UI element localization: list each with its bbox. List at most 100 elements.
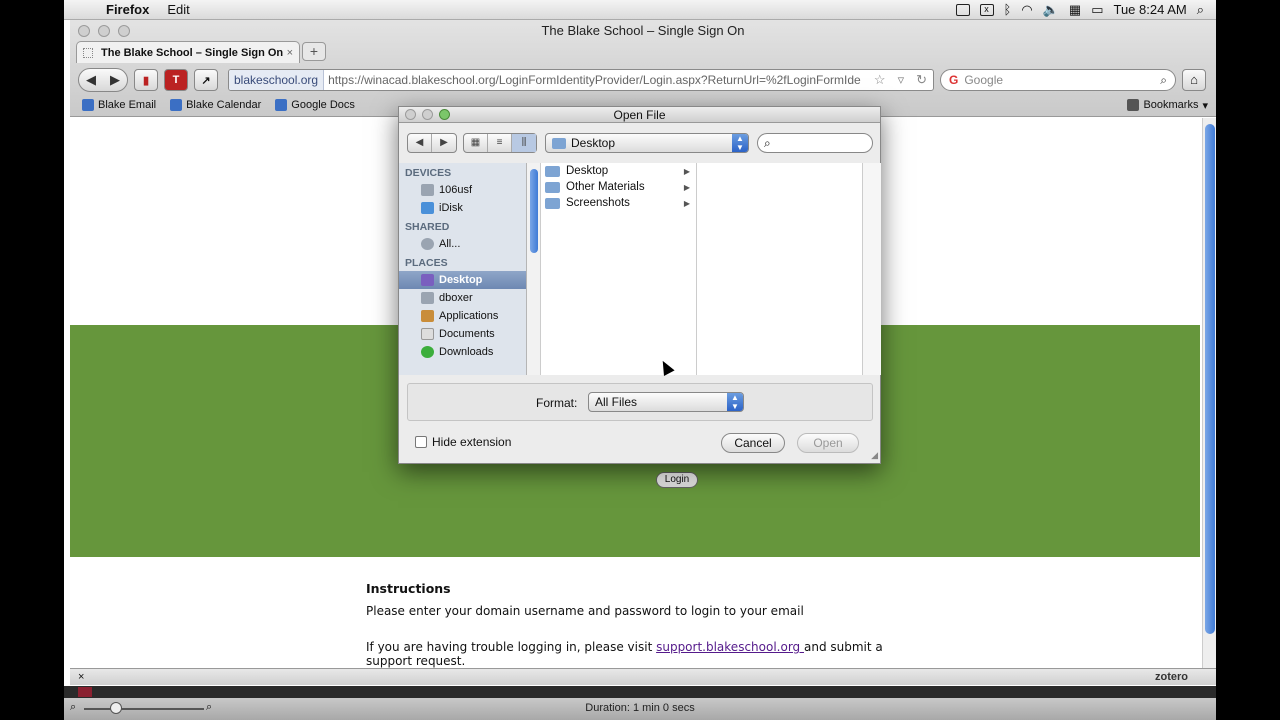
bookmark-blake-email[interactable]: Blake Email (82, 99, 156, 111)
list-item[interactable]: Screenshots ▶ (541, 195, 696, 211)
browser-chrome: The Blake School – Single Sign On The Bl… (70, 20, 1216, 117)
format-label: Format: (536, 396, 578, 410)
login-button[interactable]: Login (656, 472, 698, 488)
dialog-forward-icon[interactable]: ▶ (432, 134, 456, 152)
google-icon[interactable]: G (949, 73, 958, 87)
sidebar-item-downloads[interactable]: Downloads (399, 343, 526, 361)
sidebar-header-shared[interactable]: SHARED (399, 217, 526, 235)
bookmark-google-docs[interactable]: Google Docs (275, 99, 355, 111)
bookmark-label: Google Docs (291, 99, 355, 111)
tab-close-icon[interactable]: × (287, 47, 293, 59)
sidebar-item-desktop[interactable]: Desktop (399, 271, 526, 289)
dialog-zoom-icon[interactable] (439, 109, 450, 120)
disclosure-arrow-icon: ▶ (683, 166, 690, 176)
close-addon-bar-icon[interactable]: × (78, 671, 84, 683)
resize-grip-icon[interactable]: ◢ (871, 450, 878, 461)
forward-arrow-icon[interactable]: ▶ (103, 72, 127, 88)
url-text[interactable]: https://winacad.blakeschool.org/LoginFor… (324, 73, 868, 87)
sidebar-header-devices[interactable]: DEVICES (399, 163, 526, 181)
sidebar-item-applications[interactable]: Applications (399, 307, 526, 325)
navigation-toolbar: ◀ ▶ ▮ T ↗ blakeschool.org https://winaca… (70, 66, 1216, 94)
back-forward-buttons: ◀ ▶ (78, 68, 128, 92)
browser-column-3[interactable] (863, 163, 881, 375)
list-view-icon[interactable]: ≡ (488, 134, 512, 152)
hide-extension-checkbox[interactable]: Hide extension (415, 435, 511, 449)
search-icon: ⌕ (764, 136, 771, 150)
search-bar[interactable]: G Google ⌕ (940, 69, 1176, 91)
menubar-status-area: x ᛒ ◠ 🔈 ▦ ▭ Tue 8:24 AM ⌕ (955, 2, 1216, 18)
spotlight-search-icon[interactable]: ⌕ (1197, 2, 1204, 18)
sidebar-item-dboxer[interactable]: dboxer (399, 289, 526, 307)
clock[interactable]: Tue 8:24 AM (1113, 2, 1186, 17)
sidebar-header-places[interactable]: PLACES (399, 253, 526, 271)
format-panel: Format: All Files ▲ ▼ (407, 383, 873, 421)
star-icon[interactable]: ☆ (868, 72, 892, 88)
tab-active[interactable]: The Blake School – Single Sign On × (76, 41, 300, 63)
cancel-button[interactable]: Cancel (721, 433, 785, 453)
scrollbar-thumb[interactable] (1205, 124, 1215, 634)
screen: Firefox Edit x ᛒ ◠ 🔈 ▦ ▭ Tue 8:24 AM ⌕ T… (64, 0, 1216, 720)
sidebar-item-label: iDisk (439, 202, 463, 214)
sidebar-item-all[interactable]: All... (399, 235, 526, 253)
dialog-search-field[interactable]: ⌕ (757, 133, 873, 153)
menu-app-name[interactable]: Firefox (106, 2, 149, 17)
sidebar-item-106usf[interactable]: 106usf (399, 181, 526, 199)
playhead-marker[interactable] (78, 687, 92, 697)
bookmark-blake-calendar[interactable]: Blake Calendar (170, 99, 261, 111)
camera-icon[interactable] (955, 3, 970, 16)
location-label: Desktop (571, 136, 616, 150)
bluetooth-icon[interactable]: ᛒ (1004, 2, 1012, 17)
list-item[interactable]: Desktop ▶ (541, 163, 696, 179)
sidebar-item-documents[interactable]: Documents (399, 325, 526, 343)
search-icon[interactable]: ⌕ (1160, 73, 1167, 88)
checkbox-box[interactable] (415, 436, 427, 448)
x-box-icon[interactable]: x (979, 3, 994, 16)
site-identity-button[interactable]: blakeschool.org (229, 70, 325, 90)
list-item[interactable]: Other Materials ▶ (541, 179, 696, 195)
calendar-icon (170, 99, 183, 111)
dialog-title: Open File (613, 108, 666, 122)
sidebar-scrollbar[interactable] (527, 163, 541, 375)
sidebar-item-label: dboxer (439, 292, 473, 304)
menu-edit[interactable]: Edit (167, 2, 189, 17)
wifi-icon[interactable]: ◠ (1021, 2, 1032, 18)
new-tab-button[interactable]: + (302, 42, 326, 61)
dropdown-arrow-icon[interactable]: ▿ (892, 72, 911, 88)
bookmarks-menu[interactable]: Bookmarks ▾ (1127, 99, 1216, 112)
sidebar-scrollbar-thumb[interactable] (530, 169, 538, 253)
location-popup[interactable]: Desktop ▲ ▼ (545, 133, 749, 153)
browser-column-2[interactable] (697, 163, 863, 375)
page-scrollbar[interactable] (1202, 118, 1216, 668)
back-arrow-icon[interactable]: ◀ (79, 72, 103, 88)
battery-icon[interactable]: ▭ (1091, 2, 1103, 18)
flag-icon[interactable]: ▦ (1069, 2, 1081, 18)
readlater-button[interactable]: ▮ (134, 69, 158, 91)
share-button[interactable]: ↗ (194, 69, 218, 91)
icon-view-icon[interactable]: ▦ (464, 134, 488, 152)
column-view-icon[interactable]: ⫼ (512, 134, 536, 152)
file-name: Screenshots (566, 197, 630, 209)
open-button[interactable]: Open (797, 433, 859, 453)
sidebar-item-idisk[interactable]: iDisk (399, 199, 526, 217)
support-link[interactable]: support.blakeschool.org (656, 640, 804, 654)
folder-icon (545, 197, 560, 209)
dialog-nav-buttons: ◀ ▶ (407, 133, 457, 153)
home-button[interactable]: ⌂ (1182, 69, 1206, 91)
url-bar[interactable]: blakeschool.org https://winacad.blakesch… (228, 69, 934, 91)
favicon-icon (83, 47, 93, 58)
sidebar-item-label: Downloads (439, 346, 494, 358)
reload-icon[interactable]: ↻ (910, 72, 933, 88)
window-title: The Blake School – Single Sign On (541, 23, 745, 38)
document-icon (275, 99, 288, 111)
dialog-close-icon[interactable] (405, 109, 416, 120)
format-select[interactable]: All Files ▲ ▼ (588, 392, 744, 412)
trouble-text: If you are having trouble logging in, pl… (366, 640, 886, 668)
sidebar-item-label: Applications (439, 310, 499, 322)
t-extension-button[interactable]: T (164, 69, 188, 91)
folder-icon (545, 165, 560, 177)
dialog-minimize-icon[interactable] (422, 109, 433, 120)
recording-timeline[interactable] (64, 686, 1216, 698)
dialog-back-icon[interactable]: ◀ (408, 134, 432, 152)
zotero-button[interactable]: zotero (1155, 671, 1208, 683)
volume-icon[interactable]: 🔈 (1043, 2, 1059, 18)
